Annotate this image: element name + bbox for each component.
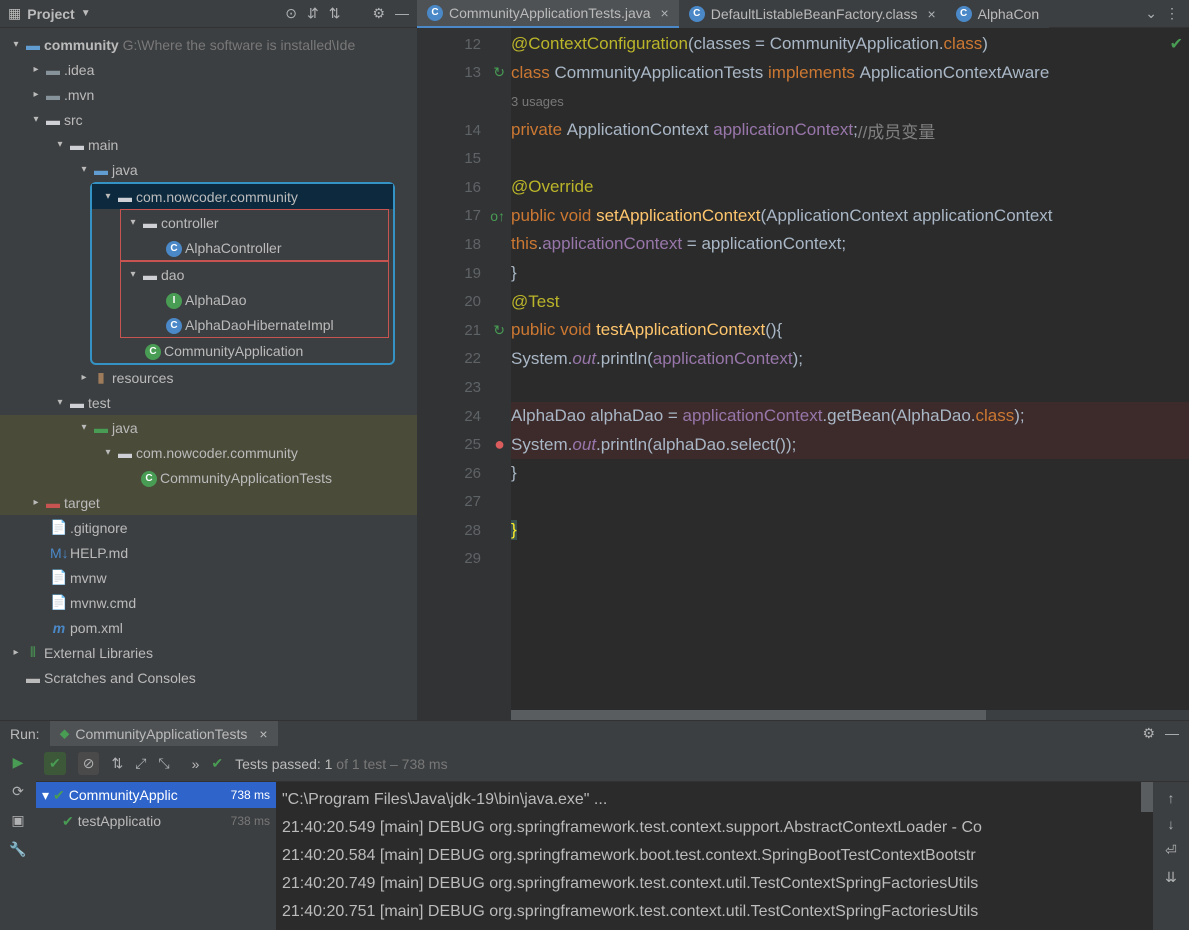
tree-dao[interactable]: ▾▬dao bbox=[121, 262, 388, 287]
locate-icon[interactable]: ⊙ bbox=[285, 5, 297, 22]
tree-target[interactable]: ▸▬target bbox=[0, 490, 417, 515]
collapse-icon[interactable]: ⇅ bbox=[329, 5, 341, 22]
wrench-icon[interactable]: 🔧 bbox=[9, 841, 26, 858]
close-icon[interactable]: × bbox=[927, 6, 935, 22]
test-item[interactable]: ✔testApplicatio738 ms bbox=[36, 808, 276, 834]
test-status: Tests passed: 1 of 1 test – 738 ms bbox=[235, 756, 447, 772]
run-gutter-icon[interactable]: ↻ bbox=[493, 64, 505, 81]
run-left-toolbar: ▶ ⟳ ▣ 🔧 bbox=[0, 746, 36, 930]
run-gutter-icon[interactable]: ↻ bbox=[493, 322, 505, 339]
project-title: Project bbox=[27, 6, 74, 22]
editor-hscroll[interactable] bbox=[511, 710, 1189, 720]
tree-alpha-dao[interactable]: IAlphaDao bbox=[121, 287, 388, 312]
project-sidebar: ▦ Project ▼ ⊙ ⇵ ⇅ ⚙ — ▾▬community G:\Whe… bbox=[0, 0, 417, 720]
test-status-icon: ✔ bbox=[211, 755, 223, 772]
run-toolbar: ✔ ⊘ ⇅ ⤢ ⤡ » ✔ Tests passed: 1 of 1 test … bbox=[36, 746, 1189, 782]
tree-src[interactable]: ▾▬src bbox=[0, 107, 417, 132]
tree-comm-app-tests[interactable]: CCommunityApplicationTests bbox=[0, 465, 417, 490]
tree-pkg[interactable]: ▾▬com.nowcoder.community bbox=[92, 184, 393, 209]
tab-alphacon[interactable]: CAlphaCon bbox=[946, 0, 1050, 28]
tree-java[interactable]: ▾▬java bbox=[0, 157, 417, 182]
console[interactable]: "C:\Program Files\Java\jdk-19\bin\java.e… bbox=[276, 782, 1153, 930]
breakpoint-icon[interactable]: ● bbox=[494, 434, 505, 455]
rerun-icon[interactable]: ▶ bbox=[13, 754, 24, 771]
project-dropdown-icon[interactable]: ▼ bbox=[81, 8, 91, 19]
tree-java2[interactable]: ▾▬java bbox=[0, 415, 417, 440]
project-icon: ▦ bbox=[8, 5, 21, 22]
tab-more-icon[interactable]: ⋮ bbox=[1165, 5, 1179, 22]
collapse-icon[interactable]: ⤡ bbox=[158, 755, 169, 772]
tree-controller[interactable]: ▾▬controller bbox=[121, 210, 388, 235]
tree-alpha-controller[interactable]: CAlphaController bbox=[121, 235, 388, 260]
code-area[interactable]: @ContextConfiguration(classes = Communit… bbox=[511, 28, 1189, 720]
fail-filter-icon[interactable]: ⊘ bbox=[78, 752, 100, 775]
run-label: Run: bbox=[10, 726, 40, 742]
tree-root[interactable]: ▾▬community G:\Where the software is ins… bbox=[0, 32, 417, 57]
toggle-icon[interactable]: ⟳ bbox=[12, 783, 24, 800]
tab-tests[interactable]: CCommunityApplicationTests.java× bbox=[417, 0, 679, 28]
expand-icon[interactable]: ⇵ bbox=[307, 5, 319, 22]
down-icon[interactable]: ↓ bbox=[1168, 816, 1175, 832]
scroll-icon[interactable]: ⇊ bbox=[1165, 869, 1177, 886]
run-settings-icon[interactable]: ⚙ bbox=[1142, 725, 1155, 742]
test-tree: ▾✔CommunityApplic738 ms ✔testApplicatio7… bbox=[36, 782, 276, 930]
tree-help[interactable]: M↓HELP.md bbox=[0, 540, 417, 565]
override-gutter-icon[interactable]: o↑ bbox=[490, 208, 505, 224]
tree-gitignore[interactable]: 📄.gitignore bbox=[0, 515, 417, 540]
project-header: ▦ Project ▼ ⊙ ⇵ ⇅ ⚙ — bbox=[0, 0, 417, 28]
stop-icon[interactable]: ▣ bbox=[11, 812, 24, 829]
settings-icon[interactable]: ⚙ bbox=[372, 5, 385, 22]
run-hide-icon[interactable]: — bbox=[1165, 725, 1179, 742]
tree-main[interactable]: ▾▬main bbox=[0, 132, 417, 157]
console-toolbar: ↑ ↓ ⏎ ⇊ bbox=[1153, 782, 1189, 930]
tab-dropdown-icon[interactable]: ⌄ bbox=[1145, 5, 1157, 22]
tree-pom[interactable]: mpom.xml bbox=[0, 615, 417, 640]
tree-idea[interactable]: ▸▬.idea bbox=[0, 57, 417, 82]
tree-mvn[interactable]: ▸▬.mvn bbox=[0, 82, 417, 107]
tab-beanfactory[interactable]: CDefaultListableBeanFactory.class× bbox=[679, 0, 946, 28]
tree-test[interactable]: ▾▬test bbox=[0, 390, 417, 415]
close-icon[interactable]: × bbox=[661, 5, 669, 21]
project-tree: ▾▬community G:\Where the software is ins… bbox=[0, 28, 417, 720]
hide-icon[interactable]: — bbox=[395, 5, 409, 22]
tree-scratch[interactable]: ▬Scratches and Consoles bbox=[0, 665, 417, 690]
wrap-icon[interactable]: ⏎ bbox=[1165, 842, 1177, 859]
gutter: 12 13↻ 14 15 16 17o↑ 18 19 20 21↻ 22 23 … bbox=[417, 28, 511, 720]
test-root[interactable]: ▾✔CommunityApplic738 ms bbox=[36, 782, 276, 808]
tree-extlib[interactable]: ▸⦀External Libraries bbox=[0, 640, 417, 665]
sort-icon[interactable]: ⇅ bbox=[111, 755, 123, 772]
tree-resources[interactable]: ▸▮resources bbox=[0, 365, 417, 390]
tree-mvnw[interactable]: 📄mvnw bbox=[0, 565, 417, 590]
pass-icon[interactable]: ✔ bbox=[44, 752, 66, 775]
up-icon[interactable]: ↑ bbox=[1168, 790, 1175, 806]
editor-pane: CCommunityApplicationTests.java× CDefaul… bbox=[417, 0, 1189, 720]
tree-mvnwcmd[interactable]: 📄mvnw.cmd bbox=[0, 590, 417, 615]
tree-pkg2[interactable]: ▾▬com.nowcoder.community bbox=[0, 440, 417, 465]
close-icon[interactable]: × bbox=[259, 726, 267, 742]
expand-icon[interactable]: ⤢ bbox=[135, 755, 146, 772]
console-vscroll[interactable] bbox=[1141, 782, 1153, 812]
editor-tabs: CCommunityApplicationTests.java× CDefaul… bbox=[417, 0, 1189, 28]
tree-comm-app[interactable]: CCommunityApplication bbox=[92, 338, 393, 363]
run-tab[interactable]: ⬥CommunityApplicationTests× bbox=[50, 721, 278, 746]
run-panel: Run: ⬥CommunityApplicationTests× ⚙ — ▶ ⟳… bbox=[0, 720, 1189, 930]
tree-alpha-dao-hib[interactable]: CAlphaDaoHibernateImpl bbox=[121, 312, 388, 337]
